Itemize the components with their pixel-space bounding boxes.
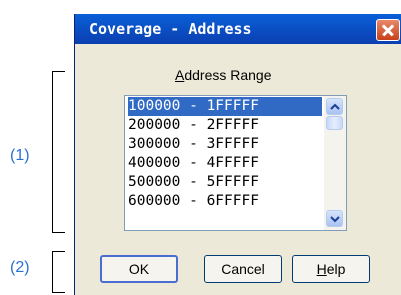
ok-button[interactable]: OK xyxy=(100,255,178,283)
annotation-label-1: (1) xyxy=(10,147,30,164)
dialog-title: Coverage - Address xyxy=(89,20,252,38)
list-item[interactable]: 500000 - 5FFFFF xyxy=(128,173,322,192)
address-range-accel: A xyxy=(175,67,185,83)
close-icon[interactable] xyxy=(376,19,400,41)
annotation-label-2: (2) xyxy=(10,259,30,276)
list-item[interactable]: 300000 - 3FFFFF xyxy=(128,135,322,154)
list-item[interactable]: 400000 - 4FFFFF xyxy=(128,154,322,173)
coverage-address-dialog: Coverage - Address Address Range 100000 … xyxy=(74,14,401,295)
cancel-button[interactable]: Cancel xyxy=(204,255,282,283)
scroll-down-button[interactable] xyxy=(326,210,343,227)
vertical-scrollbar[interactable] xyxy=(324,96,346,230)
chevron-down-icon xyxy=(330,216,340,223)
help-accel: H xyxy=(316,261,327,277)
scroll-thumb[interactable] xyxy=(326,116,343,130)
address-range-listbox[interactable]: 100000 - 1FFFFF 200000 - 2FFFFF 300000 -… xyxy=(124,95,347,231)
help-button[interactable]: Help xyxy=(292,255,370,283)
bracket-1 xyxy=(52,71,65,233)
list-item[interactable]: 600000 - 6FFFFF xyxy=(128,192,322,211)
help-label-rest: elp xyxy=(326,261,346,277)
address-range-label: Address Range xyxy=(175,67,272,83)
chevron-up-icon xyxy=(330,103,340,110)
bracket-2 xyxy=(52,251,65,293)
title-bar: Coverage - Address xyxy=(75,14,401,44)
scroll-up-button[interactable] xyxy=(326,98,343,115)
list-item[interactable]: 100000 - 1FFFFF xyxy=(128,97,322,116)
list-item[interactable]: 200000 - 2FFFFF xyxy=(128,116,322,135)
address-range-label-rest: ddress Range xyxy=(184,67,272,83)
